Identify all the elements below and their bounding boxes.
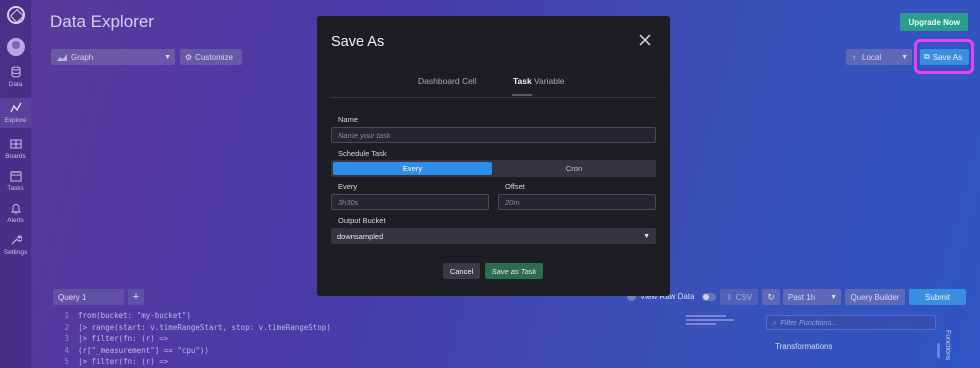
csv-download-button[interactable]: ⇩ CSV <box>720 289 758 305</box>
chevron-down-icon: ▼ <box>830 293 837 301</box>
page-title: Data Explorer <box>50 12 154 31</box>
bell-icon <box>10 204 21 214</box>
gear-icon: ⚙ <box>185 52 193 62</box>
user-avatar[interactable] <box>6 38 25 56</box>
tab-variable[interactable]: Variable <box>534 76 565 86</box>
name-label: Name <box>338 115 359 124</box>
dialog-tabs: Dashboard Cell Task Variable <box>331 76 656 98</box>
sidebar-item-explore[interactable]: Explore <box>0 98 31 128</box>
search-icon: ⌕ <box>772 317 777 327</box>
line-number: 5 <box>64 357 69 367</box>
export-icon: ⧉ <box>924 52 930 61</box>
code-line: 3 |> filter(fn: (r) => <box>53 334 713 346</box>
dialog-title: Save As <box>331 34 385 50</box>
chevron-down-icon: ▼ <box>164 53 171 61</box>
database-icon <box>11 66 20 78</box>
chevron-down-icon: ▼ <box>901 53 908 61</box>
schedule-cron-option[interactable]: Cron <box>494 162 654 175</box>
every-label: Every <box>338 182 358 191</box>
schedule-toggle: Every Cron <box>331 160 656 177</box>
save-as-dialog: Save As Dashboard Cell Task Variable Nam… <box>317 16 670 296</box>
code-text: (r["_measurement"] == "cpu")) <box>78 345 209 355</box>
code-line: 5 |> filter(fn: (r) => <box>53 357 713 368</box>
tab-task[interactable]: Task <box>513 76 532 86</box>
code-text: |> range(start: v.timeRangeStart, stop: … <box>78 322 331 332</box>
schedule-every-option[interactable]: Every <box>333 162 492 175</box>
save-as-label: Save As <box>932 52 963 62</box>
code-text: |> filter(fn: (r) => <box>78 334 169 344</box>
dashboard-icon <box>10 139 21 149</box>
line-number: 2 <box>64 322 69 332</box>
timezone-label: Local <box>862 52 882 62</box>
bucket-value: downsampled <box>337 231 384 241</box>
calendar-icon <box>10 171 21 182</box>
line-number: 1 <box>64 311 69 320</box>
timezone-dropdown[interactable]: ↑ Local ▼ <box>846 49 912 65</box>
sidebar-item-alerts[interactable]: Alerts <box>0 202 31 224</box>
code-text: |> filter(fn: (r) => <box>78 357 169 367</box>
save-as-task-button[interactable]: Save as Task <box>485 263 543 279</box>
output-bucket-label: Output Bucket <box>338 216 386 225</box>
every-input[interactable]: 3h30s <box>331 194 489 210</box>
sidebar-item-label: Boards <box>5 153 26 160</box>
upgrade-button[interactable]: Upgrade Now <box>900 13 968 31</box>
editor-minimap[interactable] <box>686 315 736 329</box>
sidebar-item-settings[interactable]: Settings <box>0 234 31 256</box>
functions-search-input[interactable]: ⌕ Filter Functions... <box>766 315 936 330</box>
sidebar-item-label: Explore <box>4 117 27 124</box>
query-tab[interactable]: Query 1 <box>53 289 124 305</box>
wrench-icon <box>11 235 22 245</box>
timezone-icon: ↑ <box>852 52 856 62</box>
cancel-button[interactable]: Cancel <box>443 263 480 279</box>
graph-type-label: Graph <box>71 52 94 62</box>
sidebar-item-label: Settings <box>3 249 28 256</box>
add-query-button[interactable]: + <box>128 289 144 305</box>
functions-side-tab[interactable]: Functions <box>944 330 951 360</box>
line-number: 4 <box>64 345 69 355</box>
sidebar-item-data[interactable]: Data <box>0 66 31 88</box>
schedule-label: Schedule Task <box>338 149 387 158</box>
sidebar: Data Explore Boards Tasks Alerts Setting… <box>0 0 31 368</box>
csv-label: CSV <box>735 292 753 302</box>
sidebar-item-label: Tasks <box>7 185 24 192</box>
functions-category[interactable]: Transformations <box>775 342 946 351</box>
influx-logo-icon[interactable] <box>6 6 25 24</box>
code-line: 1 from(bucket: "my-bucket") <box>53 311 713 323</box>
functions-search-placeholder: Filter Functions... <box>780 318 838 327</box>
sidebar-item-label: Alerts <box>7 217 24 224</box>
time-range-dropdown[interactable]: Past 1h ▼ <box>783 289 841 305</box>
graph-icon <box>9 102 22 113</box>
submit-button[interactable]: Submit <box>909 289 966 305</box>
code-line: 2 |> range(start: v.timeRangeStart, stop:… <box>53 323 713 335</box>
sidebar-item-tasks[interactable]: Tasks <box>0 170 31 192</box>
sidebar-item-boards[interactable]: Boards <box>0 138 31 160</box>
sidebar-item-label: Data <box>8 81 23 88</box>
close-icon[interactable] <box>638 33 652 47</box>
code-line: 4 (r["_measurement"] == "cpu")) <box>53 346 713 358</box>
output-bucket-dropdown[interactable]: downsampled ▼ <box>331 228 656 244</box>
refresh-icon: ↻ <box>767 291 775 302</box>
flux-editor[interactable]: 1 from(bucket: "my-bucket") 2 |> range(sta… <box>53 311 713 368</box>
task-name-input[interactable]: Name your task <box>331 127 656 143</box>
chevron-down-icon: ▼ <box>643 232 650 240</box>
customize-button[interactable]: ⚙ Customize <box>180 49 242 65</box>
functions-scrollbar[interactable] <box>937 343 940 358</box>
line-number: 3 <box>64 334 69 344</box>
offset-label: Offset <box>505 182 525 191</box>
active-tab-indicator <box>512 94 532 96</box>
query-builder-button[interactable]: Query Builder <box>845 289 905 305</box>
graph-type-icon <box>57 53 67 61</box>
time-range-label: Past 1h <box>788 292 816 302</box>
save-as-button[interactable]: ⧉ Save As <box>920 49 969 65</box>
refresh-button[interactable]: ↻ <box>762 289 780 305</box>
code-text: from(bucket: "my-bucket") <box>78 311 191 320</box>
customize-label: Customize <box>195 52 233 62</box>
toggle-switch[interactable] <box>701 292 716 301</box>
tab-dashboard-cell[interactable]: Dashboard Cell <box>418 76 477 86</box>
download-icon: ⇩ <box>725 292 733 302</box>
graph-type-dropdown[interactable]: Graph ▼ <box>51 49 175 65</box>
offset-input[interactable]: 20m <box>498 194 656 210</box>
functions-panel: ⌕ Filter Functions... Transformations <box>766 315 946 368</box>
